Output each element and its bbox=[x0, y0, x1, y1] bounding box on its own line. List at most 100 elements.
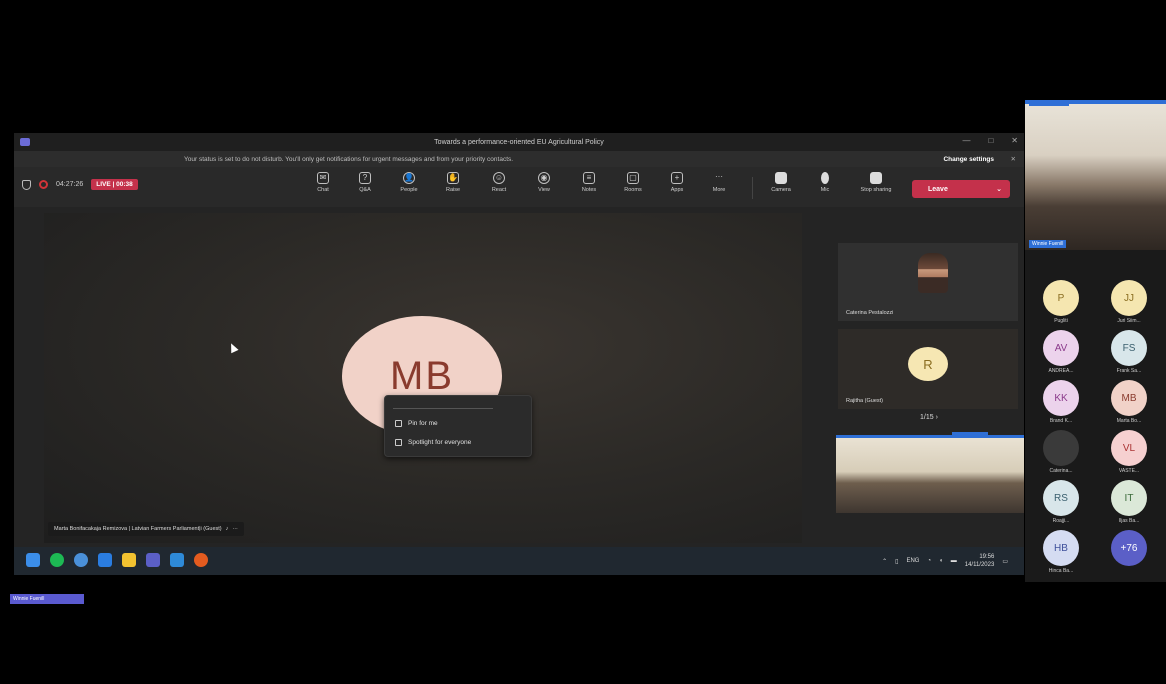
toolbar-divider bbox=[752, 177, 753, 199]
chat-label: Chat bbox=[317, 187, 329, 193]
view-icon: ◉ bbox=[538, 172, 550, 184]
battery-icon[interactable]: ▬ bbox=[951, 558, 957, 564]
rooms-icon: ▢ bbox=[627, 172, 639, 184]
participant-name: Marta Bo... bbox=[1116, 418, 1142, 424]
video-tile-room[interactable] bbox=[836, 432, 1024, 513]
apps-button[interactable]: + Apps bbox=[662, 172, 692, 193]
spotlight-icon bbox=[395, 439, 402, 446]
participant-avatar[interactable]: FS bbox=[1111, 330, 1147, 366]
camera-button[interactable]: Camera bbox=[766, 172, 796, 193]
participant-name: VASTE... bbox=[1118, 468, 1140, 474]
teams-window: Towards a performance-oriented EU Agricu… bbox=[14, 133, 1024, 575]
people-button[interactable]: 👤 People bbox=[394, 172, 424, 193]
chrome-icon[interactable] bbox=[74, 553, 88, 567]
app-icon[interactable] bbox=[170, 553, 184, 567]
participant-panel: Winnie Fuenill P Pugliti JJ Juri Siim... AV A… bbox=[1025, 100, 1166, 582]
camera-label: Winnie Fuenill bbox=[1029, 240, 1067, 248]
stop-sharing-label: Stop sharing bbox=[860, 187, 892, 193]
pin-label: Pin for me bbox=[408, 420, 438, 427]
mic-button[interactable]: Mic bbox=[810, 172, 840, 193]
participant-avatar[interactable] bbox=[1043, 430, 1079, 466]
view-button[interactable]: ◉ View bbox=[529, 172, 559, 193]
gallery-pager[interactable]: 1/15 › bbox=[920, 414, 938, 421]
participant-avatar: R bbox=[908, 347, 948, 381]
spotify-icon[interactable] bbox=[50, 553, 64, 567]
menu-header bbox=[393, 403, 493, 409]
chat-button[interactable]: ✉ Chat bbox=[308, 172, 338, 193]
leave-label: Leave bbox=[928, 185, 948, 193]
notes-icon: ≡ bbox=[583, 172, 595, 184]
notes-label: Notes bbox=[581, 187, 597, 193]
participant-name: Roajji... bbox=[1052, 518, 1070, 524]
tile-name: Caterina Pestalozzi bbox=[846, 310, 894, 316]
react-label: React bbox=[491, 187, 507, 193]
room-badge bbox=[952, 432, 988, 438]
wifi-icon[interactable]: ◔ bbox=[927, 558, 931, 564]
minimize-button[interactable]: — bbox=[962, 136, 970, 145]
dnd-message: Your status is set to do not disturb. Yo… bbox=[184, 155, 514, 163]
raise-hand-icon: ✋ bbox=[447, 172, 459, 184]
firefox-icon[interactable] bbox=[194, 553, 208, 567]
system-clock[interactable]: 19:56 14/11/2023 bbox=[965, 553, 995, 569]
speaker-name-tag: Marta Bonifacakaja Remizova | Latvian Fa… bbox=[48, 522, 244, 536]
participant-avatar[interactable]: P bbox=[1043, 280, 1079, 316]
recording-icon bbox=[39, 180, 48, 189]
more-label: More bbox=[712, 187, 726, 193]
language-indicator[interactable]: ENG bbox=[906, 558, 919, 564]
main-video-stage: MB Pin for me Spotlight for everyone bbox=[44, 213, 802, 543]
qa-icon: ? bbox=[359, 172, 371, 184]
participant-avatar[interactable]: MB bbox=[1111, 380, 1147, 416]
mail-icon[interactable] bbox=[98, 553, 112, 567]
live-badge: LIVE | 00:38 bbox=[91, 179, 138, 190]
window-title: Towards a performance-oriented EU Agricu… bbox=[434, 138, 604, 146]
video-tile-caterina[interactable]: Caterina Pestalozzi bbox=[838, 243, 1018, 321]
windows-taskbar: ⌃ ▯ ENG ◔ ◖ ▬ 19:56 14/11/2023 ▭ bbox=[14, 547, 1024, 575]
rooms-button[interactable]: ▢ Rooms bbox=[618, 172, 648, 193]
windows-start-icon[interactable] bbox=[26, 553, 40, 567]
participant-avatar[interactable]: JJ bbox=[1111, 280, 1147, 316]
raise-label: Raise bbox=[445, 187, 461, 193]
apps-label: Apps bbox=[670, 187, 684, 193]
participant-name: ANDREA... bbox=[1048, 368, 1074, 374]
file-explorer-icon[interactable] bbox=[122, 553, 136, 567]
dismiss-icon[interactable]: ✕ bbox=[1011, 155, 1016, 163]
react-button[interactable]: ☺ React bbox=[484, 172, 514, 193]
stop-sharing-button[interactable]: Stop sharing bbox=[856, 172, 896, 193]
clock-time: 19:56 bbox=[979, 554, 995, 560]
view-label: View bbox=[538, 187, 550, 193]
more-button[interactable]: ··· More bbox=[704, 172, 734, 193]
change-settings-button[interactable]: Change settings bbox=[943, 156, 994, 163]
participant-avatar[interactable]: IT bbox=[1111, 480, 1147, 516]
participant-name: Brand K... bbox=[1049, 418, 1073, 424]
maximize-button[interactable]: □ bbox=[988, 136, 993, 145]
people-icon: 👤 bbox=[403, 172, 415, 184]
participant-avatar[interactable]: KK bbox=[1043, 380, 1079, 416]
mic-icon: ♪ bbox=[225, 526, 229, 532]
notification-icon[interactable]: ▭ bbox=[1002, 558, 1008, 565]
chat-icon: ✉ bbox=[317, 172, 329, 184]
spotlight-item[interactable]: Spotlight for everyone bbox=[395, 439, 471, 446]
participant-avatar[interactable]: HB bbox=[1043, 530, 1079, 566]
notes-button[interactable]: ≡ Notes bbox=[574, 172, 604, 193]
more-icon: ··· bbox=[715, 172, 723, 181]
more-options-icon[interactable]: ··· bbox=[232, 526, 238, 532]
mic-icon bbox=[821, 172, 829, 184]
teams-icon[interactable] bbox=[146, 553, 160, 567]
qa-button[interactable]: ? Q&A bbox=[350, 172, 380, 193]
leave-button[interactable]: Leave ⌄ bbox=[912, 180, 1010, 198]
participant-avatar[interactable]: AV bbox=[1043, 330, 1079, 366]
volume-icon[interactable]: ◖ bbox=[939, 558, 943, 564]
room-camera-feed: Winnie Fuenill bbox=[1025, 100, 1166, 250]
usb-icon[interactable]: ▯ bbox=[895, 558, 898, 565]
chevron-up-icon[interactable]: ⌃ bbox=[882, 558, 887, 565]
rooms-label: Rooms bbox=[624, 187, 642, 193]
pin-for-me-item[interactable]: Pin for me bbox=[395, 420, 438, 427]
participant-name: Iljas Ba... bbox=[1118, 518, 1140, 524]
raise-hand-button[interactable]: ✋ Raise bbox=[438, 172, 468, 193]
participant-avatar[interactable]: RS bbox=[1043, 480, 1079, 516]
participant-avatar[interactable]: VL bbox=[1111, 430, 1147, 466]
close-button[interactable]: ✕ bbox=[1011, 136, 1018, 145]
chevron-down-icon[interactable]: ⌄ bbox=[996, 185, 1002, 193]
participant-avatar[interactable]: +76 bbox=[1111, 530, 1147, 566]
video-tile-rajitha[interactable]: R Rajitha (Guest) bbox=[838, 329, 1018, 409]
